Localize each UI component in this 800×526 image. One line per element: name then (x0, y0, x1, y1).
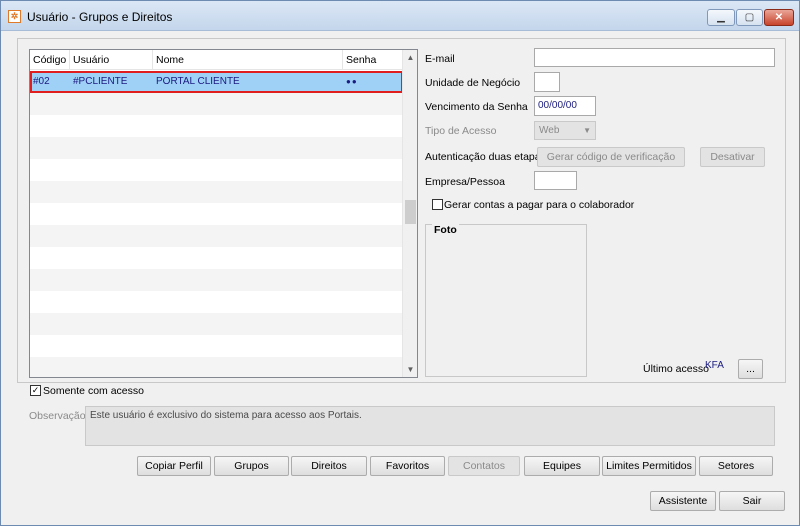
observacao-field[interactable]: Este usuário é exclusivo do sistema para… (85, 406, 775, 446)
gerar-contas-label: Gerar contas a pagar para o colaborador (444, 199, 635, 211)
vencimento-label: Vencimento da Senha (425, 101, 528, 113)
window-title: Usuário - Grupos e Direitos (27, 10, 173, 24)
app-icon: ✲ (8, 10, 21, 23)
maximize-icon: ▢ (744, 12, 755, 23)
close-button[interactable]: ✕ (764, 9, 794, 26)
favoritos-button[interactable]: Favoritos (370, 456, 445, 476)
observacao-label: Observação (29, 410, 86, 422)
gerar-contas-checkbox[interactable] (432, 199, 443, 210)
limites-button[interactable]: Limites Permitidos (602, 456, 696, 476)
table-row-empty (30, 269, 403, 291)
gerar-codigo-button[interactable]: Gerar código de verificação (537, 147, 685, 167)
column-header-usuario[interactable]: Usuário (70, 50, 153, 70)
equipes-button[interactable]: Equipes (524, 456, 600, 476)
cell-usuario: #PCLIENTE (73, 76, 128, 87)
sair-button[interactable]: Sair (719, 491, 785, 511)
tipo-acesso-select[interactable]: Web ▼ (534, 121, 596, 140)
minimize-icon: ▁ (717, 12, 725, 23)
table-row-empty (30, 93, 403, 115)
unidade-field[interactable] (534, 72, 560, 92)
chevron-down-icon: ▼ (583, 126, 591, 135)
autenticacao-label: Autenticação duas etapas (425, 151, 546, 163)
table-row-empty (30, 137, 403, 159)
empresa-label: Empresa/Pessoa (425, 176, 505, 188)
ultimo-acesso-label: Último acesso (643, 363, 709, 375)
photo-box[interactable]: Foto (425, 224, 587, 377)
cell-nome: PORTAL CLIENTE (156, 76, 240, 87)
photo-label: Foto (432, 224, 459, 236)
direitos-button[interactable]: Direitos (291, 456, 367, 476)
table-row-empty (30, 357, 403, 377)
close-icon: ✕ (774, 12, 784, 23)
minimize-button[interactable]: ▁ (707, 9, 735, 26)
window: ✲ Usuário - Grupos e Direitos ▁ ▢ ✕ Códi… (0, 0, 800, 526)
cell-senha: ●● (346, 77, 358, 86)
scroll-down-icon[interactable]: ▼ (403, 362, 418, 377)
vencimento-field[interactable]: 00/00/00 (534, 96, 596, 116)
cell-codigo: #02 (33, 76, 50, 87)
table-row-empty (30, 159, 403, 181)
tipo-acesso-value: Web (539, 125, 560, 136)
grid-header: Código Usuário Nome Senha (30, 50, 403, 70)
ultimo-acesso-button[interactable]: ... (738, 359, 763, 379)
table-row-empty (30, 335, 403, 357)
table-row-empty (30, 247, 403, 269)
table-row-empty (30, 203, 403, 225)
scroll-thumb[interactable] (405, 200, 416, 224)
table-row-empty (30, 313, 403, 335)
email-label: E-mail (425, 53, 455, 65)
ultimo-acesso-value: KFA (705, 360, 724, 371)
table-row-empty (30, 181, 403, 203)
contatos-button[interactable]: Contatos (448, 456, 520, 476)
scroll-up-icon[interactable]: ▲ (403, 50, 418, 65)
title-bar[interactable]: ✲ Usuário - Grupos e Direitos ▁ ▢ ✕ (1, 1, 799, 31)
client-area: Código Usuário Nome Senha #02 #PCLIENTE … (8, 32, 793, 519)
unidade-label: Unidade de Negócio (425, 77, 521, 89)
maximize-button[interactable]: ▢ (736, 9, 763, 26)
copiar-perfil-button[interactable]: Copiar Perfil (137, 456, 211, 476)
table-row-selected[interactable]: #02 #PCLIENTE PORTAL CLIENTE ●● (30, 71, 403, 93)
setores-button[interactable]: Setores (699, 456, 773, 476)
grid-body: #02 #PCLIENTE PORTAL CLIENTE ●● (30, 71, 403, 377)
column-header-codigo[interactable]: Código (30, 50, 70, 70)
check-icon: ✓ (31, 385, 40, 395)
table-row-empty (30, 115, 403, 137)
grupos-button[interactable]: Grupos (214, 456, 289, 476)
empresa-field[interactable] (534, 171, 577, 190)
tipo-acesso-label: Tipo de Acesso (425, 125, 497, 137)
column-header-nome[interactable]: Nome (153, 50, 343, 70)
grid-scrollbar[interactable]: ▲ ▼ (402, 50, 417, 377)
users-grid[interactable]: Código Usuário Nome Senha #02 #PCLIENTE … (29, 49, 418, 378)
email-field[interactable] (534, 48, 775, 67)
assistente-button[interactable]: Assistente (650, 491, 716, 511)
somente-acesso-checkbox[interactable]: ✓ (30, 385, 41, 396)
table-row-empty (30, 225, 403, 247)
table-row-empty (30, 291, 403, 313)
column-header-senha[interactable]: Senha (343, 50, 403, 70)
desativar-button[interactable]: Desativar (700, 147, 765, 167)
somente-acesso-label: Somente com acesso (43, 385, 144, 397)
